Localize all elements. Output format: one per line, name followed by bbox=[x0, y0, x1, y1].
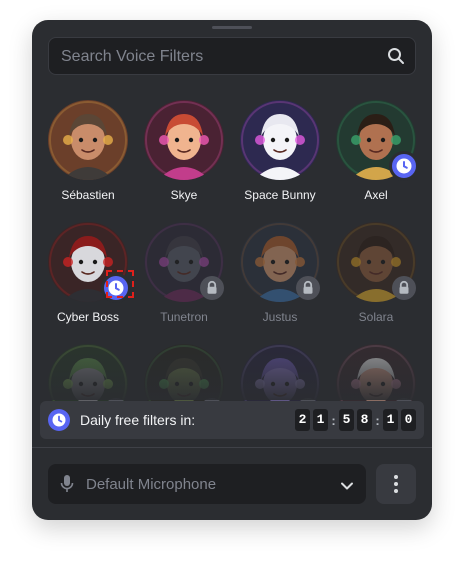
filter-avatar bbox=[144, 100, 224, 180]
search-box bbox=[48, 37, 416, 76]
filter-name: Skye bbox=[170, 188, 198, 202]
filter-card[interactable]: Axel bbox=[328, 98, 424, 210]
filter-name: Sébastien bbox=[61, 188, 115, 202]
filter-name: Axel bbox=[364, 188, 388, 202]
more-vertical-icon bbox=[394, 475, 398, 493]
filter-name: Cyber Boss bbox=[56, 310, 120, 324]
daily-free-filters-bar: Daily free filters in: 21:58:10 bbox=[40, 401, 424, 439]
drag-handle[interactable] bbox=[212, 26, 252, 29]
clock-icon bbox=[48, 409, 70, 431]
microphone-select[interactable]: Default Microphone bbox=[48, 464, 366, 504]
filter-name: Tunetron bbox=[160, 310, 208, 324]
countdown-digit: 5 bbox=[339, 409, 354, 431]
filter-card[interactable]: Sébastien bbox=[40, 98, 136, 210]
filter-name: Solara bbox=[358, 310, 394, 324]
countdown-separator: : bbox=[331, 412, 336, 428]
microphone-icon bbox=[60, 475, 74, 493]
filter-name: Justus bbox=[262, 310, 298, 324]
more-options-button[interactable] bbox=[376, 464, 416, 504]
filter-card[interactable]: Tunetron bbox=[136, 220, 232, 332]
filter-card[interactable]: Solara bbox=[328, 220, 424, 332]
countdown-digit: 1 bbox=[383, 409, 398, 431]
filter-avatar bbox=[48, 100, 128, 180]
search-input[interactable] bbox=[59, 38, 373, 76]
countdown-digit: 2 bbox=[295, 409, 310, 431]
divider bbox=[32, 447, 432, 448]
filter-card[interactable]: Justus bbox=[232, 220, 328, 332]
filter-card[interactable]: Space Bunny bbox=[232, 98, 328, 210]
countdown-digit: 8 bbox=[357, 409, 372, 431]
filter-avatar bbox=[240, 100, 320, 180]
voice-filter-panel: Sébastien Skye Space Bunny Axel Cyber Boss Tu… bbox=[32, 20, 432, 520]
focus-highlight bbox=[106, 270, 134, 298]
lock-icon bbox=[200, 276, 224, 300]
lock-icon bbox=[392, 276, 416, 300]
filter-card[interactable]: Cyber Boss bbox=[40, 220, 136, 332]
microphone-label: Default Microphone bbox=[86, 476, 217, 493]
countdown-digit: 1 bbox=[313, 409, 328, 431]
search-icon[interactable] bbox=[387, 47, 405, 65]
countdown-digit: 0 bbox=[401, 409, 416, 431]
filter-name: Space Bunny bbox=[244, 188, 316, 202]
lock-icon bbox=[296, 276, 320, 300]
filter-card[interactable]: Skye bbox=[136, 98, 232, 210]
filter-grid: Sébastien Skye Space Bunny Axel Cyber Boss Tu… bbox=[32, 98, 432, 424]
clock-icon bbox=[389, 151, 419, 181]
countdown-timer: 21:58:10 bbox=[295, 409, 416, 431]
daily-label: Daily free filters in: bbox=[80, 412, 196, 428]
chevron-down-icon bbox=[340, 478, 354, 490]
countdown-separator: : bbox=[375, 412, 380, 428]
